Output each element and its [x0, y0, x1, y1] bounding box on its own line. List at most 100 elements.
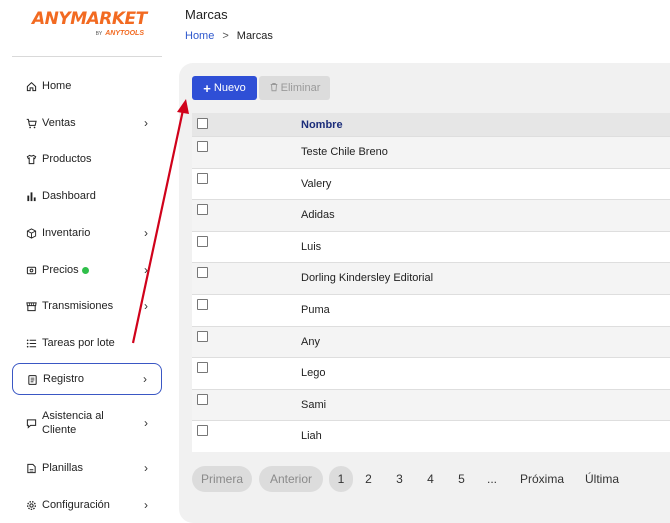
gear-icon: [24, 498, 38, 512]
row-name: Any: [301, 335, 320, 348]
clipboard-icon: [25, 372, 39, 386]
sidebar-item-dashboard[interactable]: Dashboard: [12, 180, 162, 212]
delete-button[interactable]: Eliminar: [259, 76, 330, 100]
sidebar-item-productos[interactable]: Productos: [12, 143, 162, 175]
pagination-page-1[interactable]: 1: [329, 466, 353, 492]
row-name: Luis: [301, 240, 322, 253]
row-checkbox[interactable]: [197, 204, 208, 216]
sidebar-item-label: Transmisiones: [42, 300, 114, 312]
row-checkbox[interactable]: [197, 172, 208, 184]
sidebar-item-label: Tareas por lote: [42, 337, 115, 349]
column-header-nombre[interactable]: Nombre: [301, 119, 343, 131]
sidebar-item-label: Configuración: [42, 499, 110, 511]
pagination-next-button[interactable]: Próxima: [507, 466, 577, 492]
bar-chart-icon: [24, 189, 38, 203]
sidebar: ANYMARKET BY ANYTOOLS Home Ventas › Produ…: [0, 0, 170, 522]
chevron-right-icon: ›: [144, 498, 148, 512]
pagination-last-button[interactable]: Última: [577, 466, 627, 492]
row-checkbox[interactable]: [197, 141, 208, 152]
pagination-first-button[interactable]: Primera: [192, 466, 252, 492]
table-row[interactable]: Luis: [192, 230, 670, 263]
plus-icon: +: [203, 80, 211, 96]
select-all-checkbox[interactable]: [197, 118, 208, 129]
sidebar-item-registro[interactable]: Registro ›: [12, 363, 162, 395]
row-checkbox[interactable]: [197, 235, 208, 247]
sidebar-item-planillas[interactable]: Planillas ›: [12, 452, 162, 484]
chevron-right-icon: ›: [144, 299, 148, 313]
row-name: Lego: [301, 367, 326, 380]
spreadsheet-icon: [24, 461, 38, 475]
breadcrumb-current: Marcas: [236, 30, 273, 42]
row-name: Teste Chile Breno: [301, 146, 388, 158]
sidebar-item-label: Home: [42, 80, 72, 92]
table-row[interactable]: Puma: [192, 293, 670, 326]
sidebar-item-label: Productos: [42, 153, 92, 165]
sidebar-item-label: Dashboard: [42, 190, 96, 202]
new-button[interactable]: + Nuevo: [192, 76, 257, 100]
pagination-ellipsis: ...: [486, 472, 497, 486]
sidebar-item-home[interactable]: Home: [12, 70, 162, 102]
sidebar-item-label: Planillas: [42, 462, 83, 474]
row-checkbox[interactable]: [197, 298, 208, 310]
sidebar-divider: [12, 56, 162, 57]
table-row[interactable]: Dorling Kindersley Editorial: [192, 262, 670, 294]
sidebar-item-ventas[interactable]: Ventas ›: [12, 107, 162, 139]
table-row[interactable]: Valery: [192, 167, 670, 200]
sidebar-item-label: Asistencia al Cliente: [42, 409, 104, 437]
page-title: Marcas: [185, 7, 228, 22]
pagination: Primera Anterior 1 2 3 4 5 ... Próxima Ú…: [192, 466, 627, 492]
pagination-page-5[interactable]: 5: [446, 466, 477, 492]
sidebar-item-label: Precios: [42, 264, 79, 276]
table-header: Nombre: [192, 113, 670, 136]
row-name: Valery: [301, 177, 332, 190]
row-name: Liah: [301, 430, 322, 443]
table-row[interactable]: Any: [192, 325, 670, 358]
pagination-page-4[interactable]: 4: [415, 466, 446, 492]
box-icon: [24, 226, 38, 240]
sidebar-item-tareas-por-lote[interactable]: Tareas por lote: [12, 327, 162, 359]
trash-icon: [269, 82, 279, 95]
row-name: Puma: [301, 303, 330, 316]
logo-wordmark: ANYMARKET: [32, 9, 147, 29]
row-checkbox[interactable]: [197, 393, 208, 405]
sidebar-item-precios[interactable]: Precios ›: [12, 254, 162, 286]
label-line-1: Asistencia al: [42, 410, 104, 422]
table-body: Teste Chile Breno Valery Adidas Luis Dor…: [192, 136, 670, 452]
anymarket-logo[interactable]: ANYMARKET BY ANYTOOLS: [32, 9, 147, 37]
row-checkbox[interactable]: [197, 330, 208, 342]
row-checkbox[interactable]: [197, 267, 208, 279]
sidebar-item-inventario[interactable]: Inventario ›: [12, 217, 162, 249]
cart-icon: [24, 116, 38, 130]
chevron-right-icon: ›: [144, 461, 148, 475]
chevron-right-icon: ›: [143, 372, 147, 386]
breadcrumb-separator: >: [222, 30, 229, 42]
store-icon: [24, 299, 38, 313]
table-row[interactable]: Lego: [192, 357, 670, 389]
table-row[interactable]: Teste Chile Breno: [192, 136, 670, 168]
breadcrumb: Home > Marcas: [185, 30, 273, 42]
sidebar-item-transmisiones[interactable]: Transmisiones ›: [12, 290, 162, 322]
row-checkbox[interactable]: [197, 362, 208, 374]
chevron-right-icon: ›: [144, 226, 148, 240]
table-row[interactable]: Sami: [192, 388, 670, 421]
pagination-page-2[interactable]: 2: [353, 466, 384, 492]
label-line-2: Cliente: [42, 424, 77, 436]
sidebar-item-asistencia-al-cliente[interactable]: Asistencia al Cliente ›: [12, 407, 162, 439]
logo-subtitle: BY ANYTOOLS: [32, 30, 144, 37]
table-row[interactable]: Liah: [192, 420, 670, 452]
row-name: Sami: [301, 398, 327, 411]
row-name: Adidas: [301, 209, 335, 222]
pagination-page-3[interactable]: 3: [384, 466, 415, 492]
table-row[interactable]: Adidas: [192, 199, 670, 231]
brands-table: Nombre Teste Chile Breno Valery Adidas L…: [192, 113, 670, 452]
pagination-prev-button[interactable]: Anterior: [259, 466, 323, 492]
breadcrumb-home-link[interactable]: Home: [185, 30, 214, 42]
tag-icon: [24, 263, 38, 277]
new-button-label: Nuevo: [213, 82, 246, 94]
shirt-icon: [24, 152, 38, 166]
sidebar-item-label: Registro: [43, 373, 84, 385]
row-checkbox[interactable]: [197, 425, 208, 437]
logo-by: BY: [95, 31, 103, 37]
logo-anytools: ANYTOOLS: [105, 30, 144, 37]
sidebar-item-configuracion[interactable]: Configuración ›: [12, 489, 162, 521]
